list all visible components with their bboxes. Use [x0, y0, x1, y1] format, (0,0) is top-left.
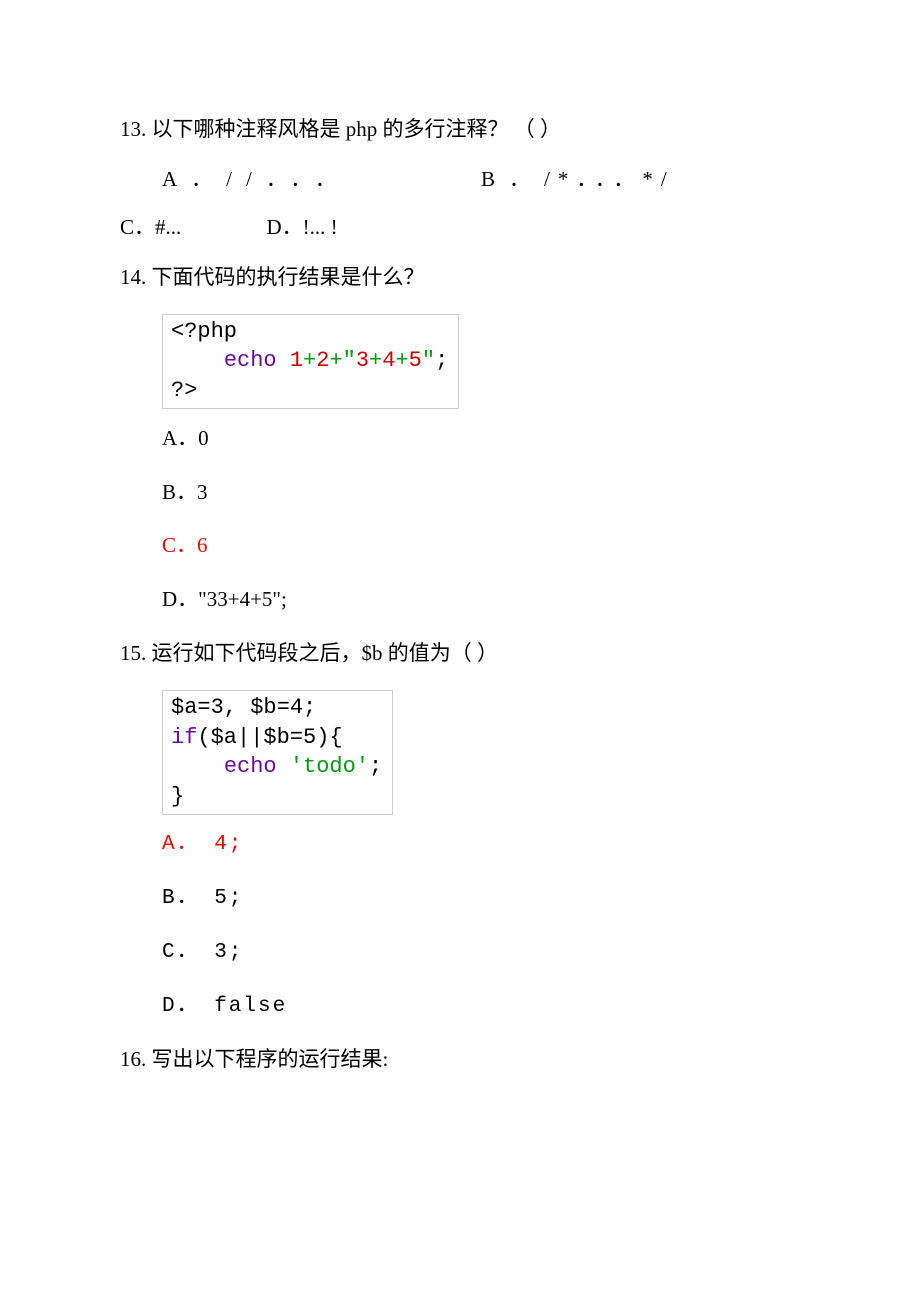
q13-option-c: C．#... [120, 208, 181, 248]
q13-option-d: D．!... ! [267, 208, 338, 248]
q13-number: 13. [120, 117, 146, 141]
q15-options: A． 4; B． 5; C． 3; D． false [120, 825, 800, 1027]
q15-option-b: B． 5; [162, 879, 800, 919]
code-string-quote: " [343, 348, 356, 373]
question-15: 15. 运行如下代码段之后，$b 的值为（ ） [120, 634, 800, 674]
q14-options: A．0 B．3 C．6 D．"33+4+5"; [120, 419, 800, 621]
question-13: 13. 以下哪种注释风格是 php 的多行注释？ （ ） [120, 110, 800, 150]
q13-options-row2: C．#... D．!... ! [120, 208, 800, 248]
code-string: 'todo' [290, 754, 369, 779]
code-line: ($a||$b=5){ [197, 725, 342, 750]
q15-option-d: D． false [162, 987, 800, 1027]
code-operator: + [395, 348, 408, 373]
question-14: 14. 下面代码的执行结果是什么？ [120, 258, 800, 298]
code-operator: + [329, 348, 342, 373]
code-semicolon: ; [369, 754, 382, 779]
code-number: 1 [290, 348, 303, 373]
question-16: 16. 写出以下程序的运行结果: [120, 1040, 800, 1080]
q14-number: 14. [120, 265, 146, 289]
page-content: 13. 以下哪种注释风格是 php 的多行注释？ （ ） A．//．．． B．/… [0, 0, 920, 1150]
q13-text: 以下哪种注释风格是 php 的多行注释？ （ ） [152, 117, 562, 141]
code-number: 3 [356, 348, 369, 373]
code-string-quote: " [422, 348, 435, 373]
q15-option-a: A． 4; [162, 825, 800, 865]
code-operator: + [369, 348, 382, 373]
q15-number: 15. [120, 641, 146, 665]
code-keyword-if: if [171, 725, 197, 750]
code-token: <?php [171, 319, 237, 344]
q13-option-b: B．/*．．．*/ [481, 160, 800, 200]
q14-option-b: B．3 [162, 473, 800, 513]
q13-option-a: A．//．．． [162, 160, 481, 200]
q15-option-c: C． 3; [162, 933, 800, 973]
q16-number: 16. [120, 1047, 146, 1071]
q13-optB-label: B． [481, 167, 544, 191]
code-number: 5 [409, 348, 422, 373]
code-semicolon: ; [435, 348, 448, 373]
code-token: ?> [171, 378, 197, 403]
q14-option-a: A．0 [162, 419, 800, 459]
code-guide [171, 754, 224, 779]
q13-optA-value: //．．． [226, 167, 350, 191]
code-number: 4 [382, 348, 395, 373]
q15-text: 运行如下代码段之后，$b 的值为（ ） [152, 641, 499, 665]
q15-code-block: $a=3, $b=4; if($a||$b=5){ echo 'todo'; } [162, 690, 393, 815]
q14-code-block: <?php echo 1+2+"3+4+5"; ?> [162, 314, 459, 409]
q13-optB-value: /*．．．*/ [544, 167, 675, 191]
q14-option-d: D．"33+4+5"; [162, 580, 800, 620]
code-line: $a=3, $b=4; [171, 695, 316, 720]
code-keyword-echo: echo [224, 754, 277, 779]
code-guide [171, 348, 224, 373]
q14-option-c: C．6 [162, 526, 800, 566]
code-line: } [171, 784, 184, 809]
q13-options-row1: A．//．．． B．/*．．．*/ [120, 160, 800, 200]
code-number: 2 [316, 348, 329, 373]
q16-text: 写出以下程序的运行结果: [152, 1047, 389, 1071]
code-operator: + [303, 348, 316, 373]
code-keyword-echo: echo [224, 348, 277, 373]
code-space [277, 754, 290, 779]
q13-optA-label: A． [162, 167, 226, 191]
q14-text: 下面代码的执行结果是什么？ [152, 265, 425, 289]
